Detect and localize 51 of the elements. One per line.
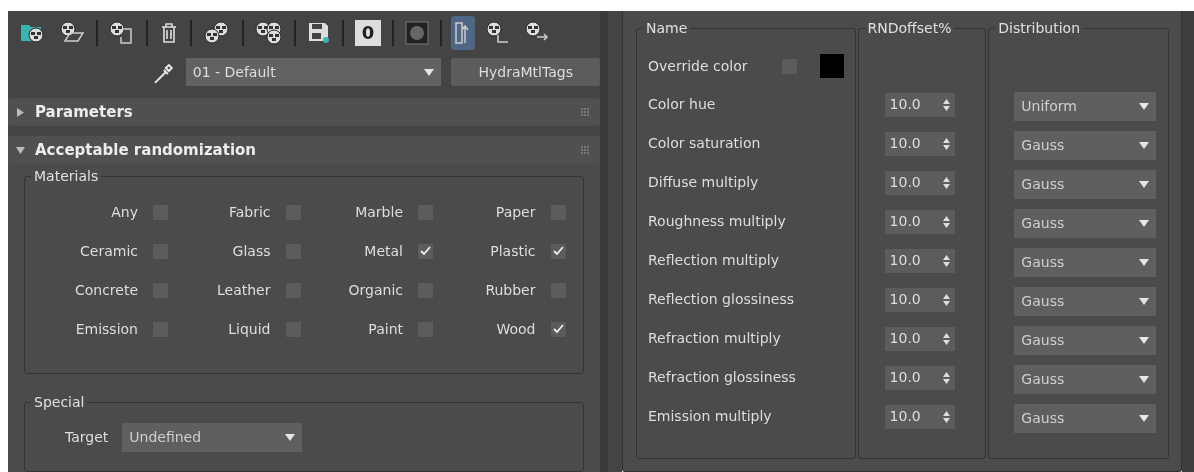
offset-spinner[interactable]: 10.0 <box>884 326 955 351</box>
tags-button[interactable]: HydraMtlTags <box>451 58 600 86</box>
distribution-dropdown[interactable]: Gauss <box>1014 404 1157 433</box>
checkbox-label: Paper <box>495 203 536 221</box>
offset-spinner[interactable]: 10.0 <box>884 365 955 390</box>
material-dropdown[interactable]: 01 - Default <box>185 58 442 86</box>
target-dropdown[interactable]: Undefined <box>122 423 303 452</box>
checkbox-label: Leather <box>217 281 271 299</box>
checkbox-label: Paint <box>368 320 403 338</box>
parameter-name: Refraction multiply <box>647 329 781 348</box>
checkbox-label: Marble <box>355 203 403 221</box>
checkbox-label: Wood <box>496 320 536 338</box>
offset-spinner[interactable]: 10.0 <box>884 209 955 234</box>
offset-spinner[interactable]: 10.0 <box>884 92 955 117</box>
target-label: Target <box>65 428 109 447</box>
distribution-dropdown[interactable]: Gauss <box>1014 248 1157 277</box>
rollout-header[interactable]: Acceptable randomization <box>8 136 600 164</box>
checkbox-label: Liquid <box>228 320 271 338</box>
checkbox-label: Glass <box>232 242 271 260</box>
parameter-name: Refraction glossiness <box>647 368 796 387</box>
group-title: Special <box>31 393 88 411</box>
checkbox-label: Organic <box>348 281 403 299</box>
offset-spinner[interactable]: 10.0 <box>884 404 955 429</box>
checkbox-label: Ceramic <box>80 242 138 260</box>
parameter-name: Reflection multiply <box>647 251 779 270</box>
checkbox-label: Any <box>111 203 138 221</box>
distribution-dropdown[interactable]: Gauss <box>1014 326 1157 355</box>
offset-spinner[interactable]: 10.0 <box>884 287 955 312</box>
parameter-name: Roughness multiply <box>647 212 786 231</box>
rollout-header[interactable]: Parameters <box>8 98 600 126</box>
checkbox-label: Fabric <box>228 203 271 221</box>
distribution-dropdown[interactable]: Gauss <box>1014 131 1157 160</box>
distribution-dropdown[interactable]: Gauss <box>1014 170 1157 199</box>
checkbox-label: Emission <box>75 320 138 338</box>
offset-spinner[interactable]: 10.0 <box>884 248 955 273</box>
checkbox-label: Metal <box>364 242 403 260</box>
checkbox-label: Plastic <box>490 242 536 260</box>
checkbox-label: Rubber <box>485 281 536 299</box>
offset-spinner[interactable]: 10.0 <box>884 170 955 195</box>
parameter-name: Diffuse multiply <box>647 173 759 192</box>
distribution-dropdown[interactable]: Uniform <box>1014 92 1157 121</box>
checkbox-label: Concrete <box>74 281 138 299</box>
distribution-dropdown[interactable]: Gauss <box>1014 287 1157 316</box>
override-color-label: Override color <box>648 56 749 76</box>
parameter-name: Color saturation <box>647 134 761 153</box>
parameter-name: Reflection glossiness <box>647 290 794 309</box>
parameter-name: Emission multiply <box>647 407 772 426</box>
parameter-name: Color hue <box>647 95 716 114</box>
offset-spinner[interactable]: 10.0 <box>884 131 955 156</box>
distribution-dropdown[interactable]: Gauss <box>1014 365 1157 394</box>
distribution-dropdown[interactable]: Gauss <box>1014 209 1157 238</box>
